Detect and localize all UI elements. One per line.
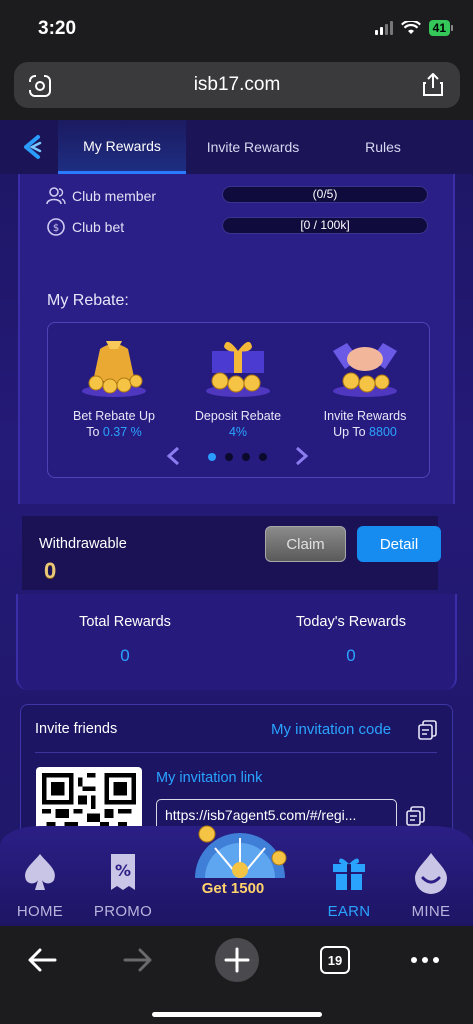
profile-drop-icon [415,853,447,894]
app-bottom-nav: HOME % PROMO Get 1500 EARN MINE [0,825,473,926]
nav-mine-label: MINE [411,903,451,920]
plus-icon [215,938,259,982]
share-icon[interactable] [422,73,444,97]
rebate-item-deposit[interactable]: Deposit Rebate 4% [178,329,298,440]
copy-icon[interactable] [417,719,439,741]
browser-address-area: isb17.com [0,56,473,120]
coupon-icon: % [111,854,135,890]
invitation-code-link[interactable]: My invitation code [271,721,391,738]
carousel-prev-icon[interactable] [166,446,180,466]
carousel-dot[interactable] [242,453,250,461]
svg-text:%: % [115,861,131,880]
address-bar[interactable]: isb17.com [14,62,460,108]
new-tab-button[interactable] [214,938,260,982]
rebate-deposit-value: 4% [228,425,248,439]
club-bet-row: $ Club bet [46,217,124,237]
copy-link-icon[interactable] [405,805,427,827]
app-content: My Rewards Invite Rewards Rules Club mem… [0,120,473,926]
tab-my-rewards[interactable]: My Rewards [58,120,186,174]
withdrawable-card: Withdrawable 0 Claim Detail [22,516,441,590]
back-arrow-icon[interactable] [18,133,46,161]
wifi-icon [400,21,421,34]
forward-arrow-icon [123,948,152,972]
coin-stack-icon: $ [47,218,65,236]
browser-toolbar: 19 [0,926,473,1024]
carousel-next-icon[interactable] [295,446,309,466]
lucky-wheel-icon[interactable] [185,808,295,878]
invitation-link-label: My invitation link [156,770,263,786]
rewards-tab-bar: My Rewards Invite Rewards Rules [0,120,473,174]
nav-earn[interactable]: EARN [309,850,389,920]
gift-coins-icon [206,341,270,397]
club-bet-value: [0 / 100k] [222,217,428,234]
invite-title: Invite friends [35,721,118,737]
tab-rules[interactable]: Rules [330,120,436,174]
nav-promo-label: PROMO [93,903,153,920]
rebate-bet-prefix: To [86,425,103,439]
get-bonus-label[interactable]: Get 1500 [178,880,288,897]
coin-bag-icon [82,341,146,397]
total-rewards-value: 0 [120,646,130,665]
rebate-item-invite[interactable]: Invite Rewards Up To 8800 [305,329,425,440]
detail-button[interactable]: Detail [357,526,441,562]
claim-button[interactable]: Claim [265,526,346,562]
more-button[interactable] [408,940,442,980]
more-dots-icon [411,957,439,963]
tab-count: 19 [320,946,350,974]
nav-promo[interactable]: % PROMO [83,850,163,920]
url-text: isb17.com [193,74,281,95]
carousel-dot[interactable] [208,453,216,461]
rebate-invite-value: 8800 [369,425,397,439]
club-member-label: Club member [72,188,157,204]
withdrawable-value: 0 [44,558,57,583]
carousel-dot[interactable] [259,453,267,461]
browser-forward-button[interactable] [118,940,158,980]
tab-invite-rewards[interactable]: Invite Rewards [190,120,316,174]
back-arrow-icon [28,948,57,972]
page-settings-icon[interactable] [28,74,52,98]
rebate-bet-line1: Bet Rebate Up [73,409,155,423]
rebate-invite-prefix: Up To [333,425,370,439]
spade-icon [25,854,55,890]
today-rewards-label: Today's Rewards [296,614,406,630]
rebate-carousel: Bet Rebate Up To 0.37 % Deposit Rebate 4… [47,322,430,478]
gift-icon [333,858,365,890]
cellular-signal-icon [374,21,393,35]
status-time: 3:20 [38,18,77,39]
today-rewards-value: 0 [346,646,356,665]
home-indicator [152,1012,322,1017]
browser-back-button[interactable] [22,940,62,980]
rebate-item-bet[interactable]: Bet Rebate Up To 0.37 % [54,329,174,440]
rebate-deposit-line1: Deposit Rebate [194,409,282,423]
divider [35,752,437,753]
battery-icon: 41 [428,20,453,36]
status-icons: 41 [374,20,453,36]
nav-mine[interactable]: MINE [391,850,471,920]
withdrawable-label: Withdrawable [39,536,127,552]
status-bar: 3:20 41 [0,0,473,56]
battery-level: 41 [428,20,450,36]
carousel-dot[interactable] [225,453,233,461]
nav-home-label: HOME [16,903,64,920]
club-member-row: Club member [46,186,156,206]
svg-text:$: $ [53,223,59,234]
club-bet-label: Club bet [72,219,125,235]
nav-earn-label: EARN [327,903,371,920]
carousel-dots [208,453,267,461]
tabs-button[interactable]: 19 [318,940,352,980]
rebate-bet-value: 0.37 % [102,425,142,439]
nav-home[interactable]: HOME [0,850,80,920]
rebate-title: My Rebate: [47,292,129,309]
total-rewards-label: Total Rewards [79,614,171,630]
rewards-summary: Total Rewards 0 Today's Rewards 0 [16,594,457,690]
club-member-value: (0/5) [222,186,428,203]
handshake-coins-icon [333,343,397,397]
rewards-panel: Club member (0/5) $ Club bet [0 / 100k] … [18,174,455,504]
rebate-invite-line1: Invite Rewards [323,409,407,423]
users-icon [46,187,66,205]
